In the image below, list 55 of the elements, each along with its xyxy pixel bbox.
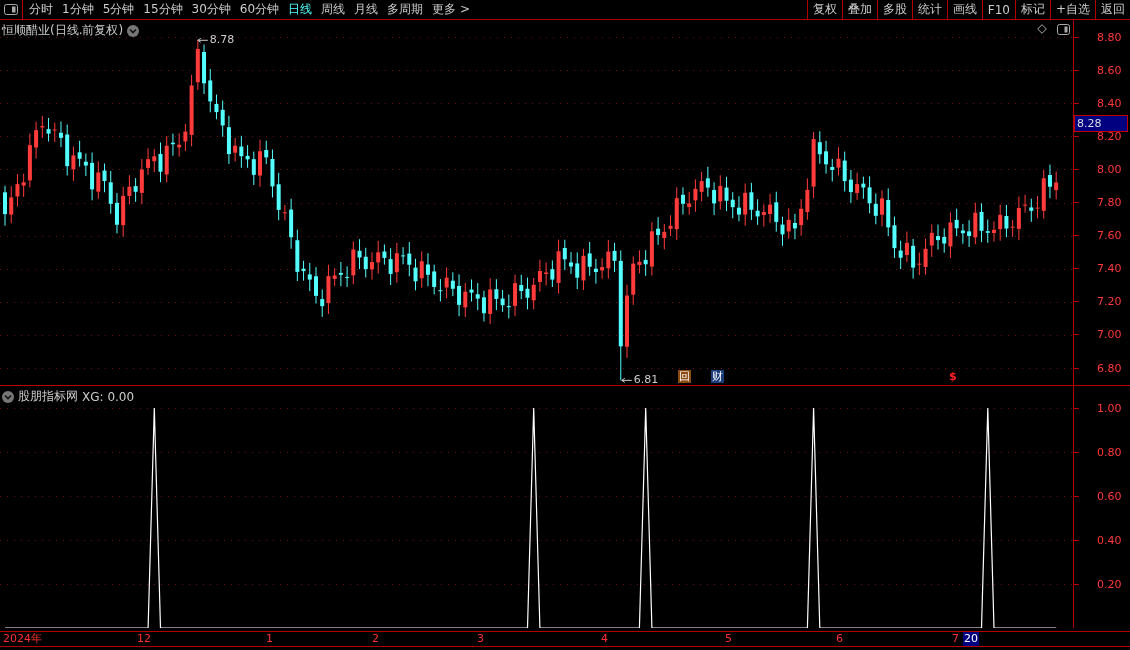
period-tab[interactable]: 5分钟 bbox=[102, 1, 135, 18]
date-label: 7 bbox=[952, 632, 959, 646]
date-label: 3 bbox=[477, 632, 484, 646]
toolbar-button[interactable]: 返回 bbox=[1095, 0, 1130, 19]
axis-label: 8.40 bbox=[1096, 96, 1122, 110]
toolbar-button[interactable]: 多股 bbox=[876, 0, 912, 19]
date-label: 20 bbox=[963, 632, 979, 646]
axis-label: 8.60 bbox=[1096, 63, 1122, 77]
period-tab[interactable]: 分时 bbox=[29, 1, 53, 18]
axis-label: 8.00 bbox=[1096, 162, 1122, 176]
date-label: 6 bbox=[836, 632, 843, 646]
low-price-label: 6.81 bbox=[633, 373, 659, 385]
axis-label: 0.80 bbox=[1096, 445, 1122, 459]
indicator-value: : 0.00 bbox=[99, 389, 135, 404]
date-label: 2 bbox=[372, 632, 379, 646]
period-tab[interactable]: 60分钟 bbox=[239, 1, 280, 18]
axis-label: 7.00 bbox=[1096, 328, 1122, 342]
toolbar-button[interactable]: +自选 bbox=[1049, 0, 1095, 19]
toolbar-button[interactable]: 画线 bbox=[946, 0, 982, 19]
toolbar-button[interactable]: 复权 bbox=[806, 0, 842, 19]
axis-label: 0.40 bbox=[1096, 533, 1122, 547]
toolbar-button[interactable]: 叠加 bbox=[841, 0, 877, 19]
period-tab[interactable]: 30分钟 bbox=[191, 1, 231, 18]
high-price-label: 8.78 bbox=[209, 33, 235, 47]
event-marker[interactable]: $ bbox=[948, 370, 958, 383]
toolbar-button[interactable]: F10 bbox=[981, 0, 1015, 19]
period-tab[interactable]: 1分钟 bbox=[62, 1, 94, 18]
period-tab[interactable]: 日线 bbox=[288, 1, 313, 18]
axis-label: 0.60 bbox=[1096, 489, 1122, 503]
period-tab[interactable]: 周线 bbox=[321, 1, 346, 18]
axis-label: 6.80 bbox=[1096, 361, 1122, 375]
axis-label: 1.00 bbox=[1096, 401, 1122, 415]
date-label: 4 bbox=[601, 632, 608, 646]
event-marker[interactable]: 回 bbox=[678, 370, 691, 383]
axis-label: 7.80 bbox=[1096, 196, 1122, 209]
date-label: 12 bbox=[137, 632, 151, 646]
period-tab[interactable]: 15分钟 bbox=[143, 1, 183, 18]
date-label: 2024年 bbox=[3, 632, 42, 646]
axis-label: 0.20 bbox=[1096, 577, 1122, 591]
date-label: 1 bbox=[266, 632, 273, 646]
chart-title: 恒顺醋业(日线.前复权) bbox=[2, 22, 124, 39]
period-tab[interactable]: 更多 > bbox=[432, 1, 470, 18]
indicator-title: 股朋指标网 bbox=[18, 388, 78, 405]
axis-label: 7.40 bbox=[1096, 262, 1122, 276]
period-tab[interactable]: 月线 bbox=[354, 1, 379, 18]
axis-label: 7.60 bbox=[1096, 229, 1122, 243]
current-price-tag: 8.28 bbox=[1074, 115, 1128, 133]
axis-label: 8.80 bbox=[1096, 30, 1122, 44]
toolbar-button[interactable]: 标记 bbox=[1014, 0, 1050, 19]
period-tab[interactable]: 多周期 bbox=[387, 1, 424, 18]
event-marker[interactable]: 财 bbox=[711, 370, 724, 383]
axis-label: 7.20 bbox=[1096, 295, 1122, 309]
series-name: XG bbox=[82, 389, 100, 404]
toolbar-button[interactable]: 统计 bbox=[911, 0, 947, 19]
date-label: 5 bbox=[725, 632, 732, 646]
